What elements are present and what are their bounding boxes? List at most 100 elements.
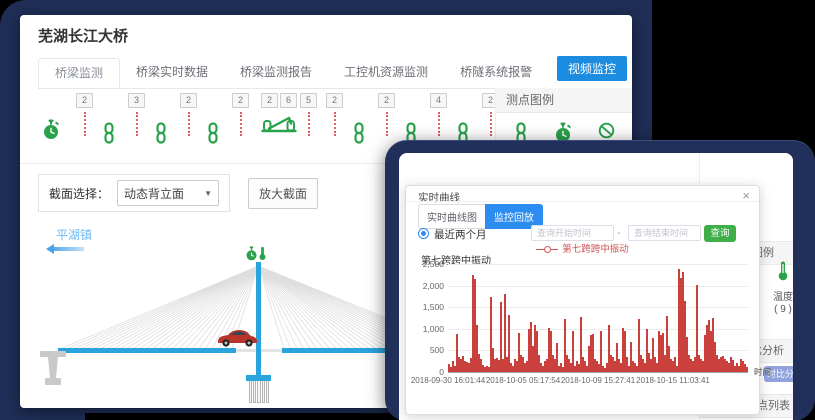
section-select-value: 动态背立面: [124, 185, 184, 202]
sensor-dash-line: [136, 112, 138, 136]
sensor-item-badge: 2: [232, 93, 249, 136]
thermometer-slot: [778, 268, 788, 285]
badge-slot: 4: [430, 93, 447, 110]
page-title: 芜湖长江大桥: [38, 25, 128, 46]
sensor-item-stopwatch[interactable]: [42, 93, 60, 140]
y-tick-label: 2,500: [423, 259, 444, 269]
modal-title: 实时曲线: [418, 190, 460, 205]
chain-icon[interactable]: [102, 122, 116, 144]
x-tick-label: 2018-09-30 16:01:44: [411, 376, 485, 385]
sensor-item-chain[interactable]: [206, 93, 220, 144]
sensor-count-badge: 2: [232, 93, 249, 108]
thermometer-icon[interactable]: [259, 246, 266, 261]
sensor-item-badge: 5: [300, 93, 317, 136]
badge-slot: 2: [76, 93, 93, 110]
badge-slot: 2: [326, 93, 343, 110]
chain-icon[interactable]: [154, 122, 168, 144]
screenshot-stage: 芜湖长江大桥 桥梁监测桥梁实时数据桥梁监测报告工控机资源监测桥隧系统报警 视频监…: [0, 0, 815, 420]
bridge-icon[interactable]: [261, 114, 297, 134]
main-tab-bar: 桥梁监测桥梁实时数据桥梁监测报告工控机资源监测桥隧系统报警: [38, 58, 508, 89]
recent-two-months-radio[interactable]: [418, 228, 429, 239]
chart-plot: 05001,0001,5002,0002,5002018-09-30 16:01…: [448, 264, 748, 373]
sensor-count-badge: 2: [261, 93, 278, 108]
left-pier: [40, 351, 66, 387]
detail-window: 测点图例 温度 ( 9 ) 对比分析 对比分析 测点列表 实时曲线 × 实时曲线…: [399, 153, 793, 420]
chevron-down-icon: ▼: [204, 189, 212, 198]
sensor-item-badge: 3: [128, 93, 145, 136]
pier-column: [262, 381, 265, 403]
sensor-item-chain[interactable]: [404, 93, 418, 144]
sensor-item-badge: 4: [430, 93, 447, 136]
sensor-dash-line: [490, 112, 492, 136]
stopwatch-icon[interactable]: [245, 246, 258, 261]
bridge-side-label: 平湖镇: [56, 226, 92, 243]
pier-column: [266, 381, 269, 403]
pier-column: [249, 381, 252, 403]
query-start-time-input[interactable]: [531, 225, 614, 241]
query-end-time-input[interactable]: [628, 225, 701, 241]
x-tick-label: 2018-10-15 11:03:41: [636, 376, 710, 385]
query-button[interactable]: 查询: [704, 225, 736, 242]
realtime-curve-modal: 实时曲线 × 实时曲线图监控回放 最近两个月 - 查询 第七跨跨中振动 第七跨跨…: [405, 185, 760, 415]
sensor-item-chain[interactable]: [102, 93, 116, 144]
badge-slot: 3: [128, 93, 145, 110]
sensor-item-chain[interactable]: [352, 93, 366, 144]
sensor-count-badge: 2: [378, 93, 395, 108]
badge-slot: 2: [378, 93, 395, 110]
sensor-item-chain[interactable]: [154, 93, 168, 144]
left-arrow-icon: [50, 247, 84, 251]
car-illustration: [214, 327, 260, 349]
sensor-item-chain[interactable]: [456, 93, 470, 144]
chain-icon[interactable]: [352, 122, 366, 144]
bridge-tower: [256, 262, 261, 378]
stopwatch-icon[interactable]: [42, 119, 60, 140]
sensor-count-badge: 2: [76, 93, 93, 108]
chart-bars: [448, 264, 748, 372]
badge-slot: 2: [232, 93, 249, 110]
section-controls: 截面选择： 动态背立面 ▼ 放大截面: [38, 174, 318, 212]
pier-column: [253, 381, 256, 403]
bridge-deck-left: [58, 348, 236, 353]
chart-bar: [746, 367, 748, 372]
tower-sensor-icons: [245, 246, 266, 261]
sensor-dash-line: [188, 112, 190, 136]
sensor-item-badge: 2: [180, 93, 197, 136]
sensor-item-badge: 2: [326, 93, 343, 136]
section-select[interactable]: 动态背立面 ▼: [117, 180, 219, 206]
sensor-dash-line: [334, 112, 336, 136]
y-tick-label: 500: [430, 345, 444, 355]
x-axis-name: 时间: [754, 366, 771, 378]
sensor-dash-line: [240, 112, 242, 136]
chain-icon[interactable]: [206, 122, 220, 144]
main-tab[interactable]: 工控机资源监测: [328, 58, 444, 88]
video-monitor-button[interactable]: 视频监控: [557, 56, 627, 81]
section-select-group: 截面选择： 动态背立面 ▼: [38, 174, 230, 212]
sensor-item-bridge[interactable]: 26: [261, 93, 297, 134]
main-tab[interactable]: 桥隧系统报警: [444, 58, 548, 88]
sensor-count-badge: 2: [180, 93, 197, 108]
sensor-count-badge: 5: [300, 93, 317, 108]
y-tick-label: 2,000: [423, 281, 444, 291]
badge-slot: 26: [261, 93, 297, 110]
detail-window-frame: 测点图例 温度 ( 9 ) 对比分析 对比分析 测点列表 实时曲线 × 实时曲线…: [385, 140, 815, 420]
sensor-dash-line: [308, 112, 310, 136]
enlarge-section-button[interactable]: 放大截面: [248, 178, 318, 209]
section-select-label: 截面选择：: [49, 185, 109, 202]
sensor-item-badge: 2: [378, 93, 395, 136]
divider: [406, 201, 759, 202]
thermometer-icon: [778, 261, 788, 281]
sensor-item-badge: 2: [76, 93, 93, 136]
y-tick-label: 1,000: [423, 324, 444, 334]
sensor-dash-line: [438, 112, 440, 136]
legend-marker-icon: [536, 249, 558, 250]
sensor-count-badge: 3: [128, 93, 145, 108]
main-tab[interactable]: 桥梁实时数据: [120, 58, 224, 88]
x-tick-label: 2018-10-05 05:17:54: [486, 376, 560, 385]
sensor-count-badge: 6: [280, 93, 297, 108]
time-range-separator: -: [617, 228, 620, 239]
legend-panel-title: 测点图例: [496, 88, 632, 113]
badge-slot: 5: [300, 93, 317, 110]
main-tab[interactable]: 桥梁监测: [38, 58, 120, 88]
pier-column: [257, 381, 260, 403]
main-tab[interactable]: 桥梁监测报告: [224, 58, 328, 88]
